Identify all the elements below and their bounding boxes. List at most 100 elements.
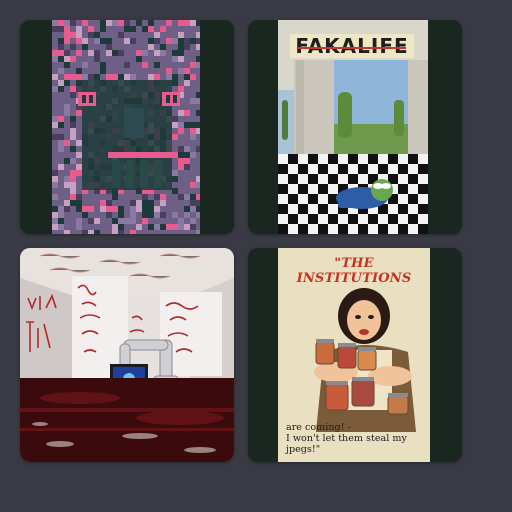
glitch-pixel: [190, 224, 196, 230]
glitch-pixel: [172, 230, 178, 234]
glitch-pixel: [52, 86, 58, 92]
glitch-pixel: [58, 20, 64, 26]
glitch-pixel: [172, 116, 178, 122]
glitch-pixel: [166, 74, 172, 80]
glitch-pixel: [148, 74, 154, 80]
glitch-pixel: [76, 206, 82, 212]
glitch-pixel: [196, 38, 200, 44]
glitch-pixel: [58, 122, 64, 128]
floor-tile: [338, 154, 348, 164]
glitch-pixel: [70, 86, 76, 92]
floor-tile: [298, 154, 308, 164]
floor-tile: [288, 204, 298, 214]
nft-card-fakalife[interactable]: FAKALIFE: [248, 20, 462, 234]
nft-card-red-room[interactable]: [20, 248, 234, 462]
glitch-pixel: [160, 26, 166, 32]
glitch-pixel: [190, 218, 196, 224]
nft-card-pixel-glitch[interactable]: [20, 20, 234, 234]
glitch-artwork-image: [52, 20, 200, 234]
glitch-pixel: [52, 50, 58, 56]
glitch-pixel: [148, 38, 154, 44]
glitch-pixel: [82, 38, 88, 44]
glitch-pixel: [178, 122, 184, 128]
glitch-pixel: [166, 20, 172, 26]
floor-tile: [288, 154, 298, 164]
glitch-pixel: [142, 206, 148, 212]
glitch-pixel: [154, 62, 160, 68]
glitch-pixel: [166, 224, 172, 230]
glitch-pixel: [58, 116, 64, 122]
glitch-pixel: [112, 56, 118, 62]
glitch-pixel: [70, 56, 76, 62]
glitch-pixel: [190, 122, 196, 128]
floor-tile: [298, 204, 308, 214]
glitch-pixel: [124, 194, 130, 200]
glitch-pixel: [178, 68, 184, 74]
floor-tile: [308, 204, 318, 214]
poster-caption-line-1: are coming! -: [286, 422, 351, 433]
floor-tile: [378, 164, 388, 174]
floor-tile: [408, 154, 418, 164]
glitch-pixel: [190, 110, 196, 116]
glitch-pixel: [178, 44, 184, 50]
glitch-pixel: [196, 206, 200, 212]
glitch-pixel: [172, 122, 178, 128]
glitch-pixel: [112, 206, 118, 212]
glitch-pixel: [106, 50, 112, 56]
glitch-pixel: [76, 80, 82, 86]
nft-card-institutions[interactable]: "THE INSTITUTIONS are coming! - I won't …: [248, 248, 462, 462]
glitch-pixel: [70, 32, 76, 38]
glitch-pixel: [52, 116, 58, 122]
glitch-pixel: [94, 56, 100, 62]
glitch-pixel: [64, 194, 70, 200]
glitch-pixel: [178, 200, 184, 206]
floor-tile: [408, 164, 418, 174]
glitch-pixel: [64, 80, 70, 86]
glitch-pixel: [70, 158, 76, 164]
glitch-pixel: [118, 32, 124, 38]
glitch-pixel: [82, 62, 88, 68]
floor-tile: [418, 224, 428, 234]
floor-tile: [328, 184, 338, 194]
glitch-pixel: [166, 38, 172, 44]
glitch-pixel: [142, 218, 148, 224]
glitch-pixel: [100, 20, 106, 26]
glitch-pixel: [124, 26, 130, 32]
glitch-pixel: [154, 32, 160, 38]
floor-tile: [408, 194, 418, 204]
glitch-pixel: [94, 230, 100, 234]
glitch-pixel: [94, 68, 100, 74]
glitch-pixel: [112, 230, 118, 234]
glitch-pixel: [70, 50, 76, 56]
glitch-pixel: [172, 212, 178, 218]
glitch-pixel: [64, 38, 70, 44]
floor-tile: [398, 164, 408, 174]
glitch-pixel: [118, 230, 124, 234]
glitch-pixel: [184, 146, 190, 152]
glitch-pixel: [178, 152, 184, 158]
glitch-pixel: [88, 224, 94, 230]
glitch-pixel: [136, 230, 142, 234]
glitch-pixel: [154, 206, 160, 212]
floor-tile: [348, 154, 358, 164]
floor-tile: [298, 194, 308, 204]
glitch-pixel: [142, 194, 148, 200]
glitch-pixel: [196, 212, 200, 218]
glitch-pixel: [184, 206, 190, 212]
glitch-pixel: [166, 68, 172, 74]
glitch-pixel: [196, 176, 200, 182]
glitch-pixel: [70, 194, 76, 200]
glitch-pixel: [160, 200, 166, 206]
glitch-pixel: [136, 200, 142, 206]
glitch-pixel: [130, 206, 136, 212]
glitch-pixel: [64, 206, 70, 212]
glitch-pixel: [70, 116, 76, 122]
glitch-pixel: [76, 86, 82, 92]
glitch-pixel: [178, 110, 184, 116]
institutions-poster-image: "THE INSTITUTIONS are coming! - I won't …: [278, 248, 430, 462]
glitch-pixel: [76, 68, 82, 74]
glitch-pixel: [196, 62, 200, 68]
glitch-pixel: [76, 158, 82, 164]
glitch-pixel: [52, 212, 58, 218]
glitch-pixel: [94, 74, 100, 80]
